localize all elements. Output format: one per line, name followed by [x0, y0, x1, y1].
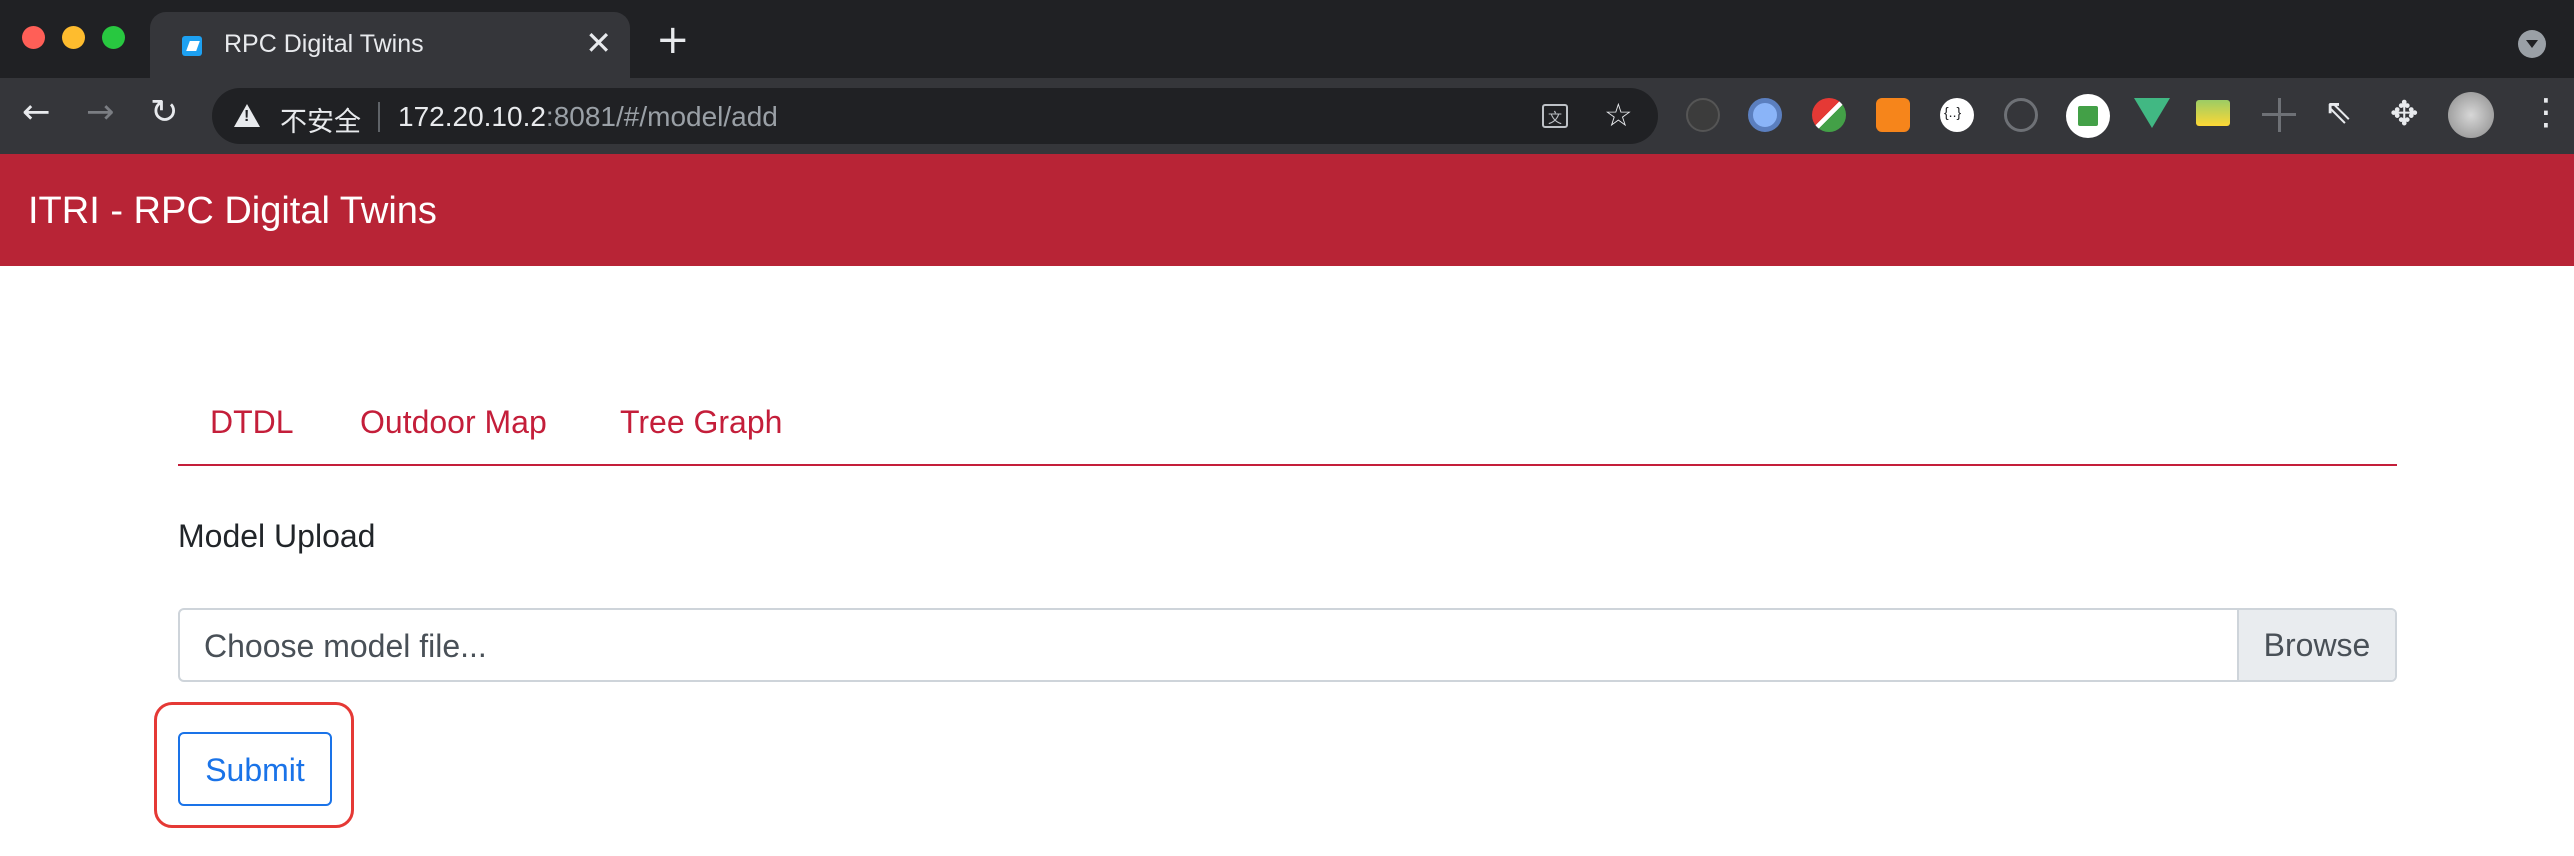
url-host: 172.20.10.2 — [398, 101, 546, 132]
metamask-icon[interactable] — [1876, 98, 1910, 132]
extension-icon[interactable] — [2004, 98, 2038, 132]
app-header: ITRI - RPC Digital Twins — [0, 154, 2574, 266]
json-extension-icon[interactable] — [1940, 98, 1974, 132]
nav-tabs: DTDL Outdoor Map Tree Graph — [178, 386, 2397, 466]
extension-icon[interactable] — [2262, 98, 2296, 132]
puzzle-icon[interactable]: ✥ — [2390, 94, 2424, 134]
extension-icon[interactable] — [1748, 98, 1782, 132]
more-vert-icon[interactable]: ⋮ — [2528, 90, 2564, 136]
file-input-placeholder: Choose model file... — [204, 628, 487, 664]
tab-tree-graph[interactable]: Tree Graph — [620, 404, 782, 441]
back-icon[interactable]: ← — [22, 92, 51, 132]
browser-toolbar: ← → ↻ 不安全 172.20.10.2:8081/#/model/add 文… — [0, 78, 2574, 154]
translate-icon[interactable]: 文 — [1542, 104, 1568, 128]
extension-icon[interactable] — [1686, 98, 1720, 132]
address-divider — [378, 102, 380, 132]
extension-icon[interactable] — [2066, 94, 2110, 138]
reload-icon[interactable]: ↻ — [150, 92, 179, 132]
image-extension-icon[interactable] — [2196, 100, 2230, 126]
maximize-window-button[interactable] — [102, 26, 125, 49]
close-window-button[interactable] — [22, 26, 45, 49]
tab-outdoor-map[interactable]: Outdoor Map — [360, 404, 547, 441]
cursor-icon[interactable]: ⇖ — [2324, 92, 2358, 132]
favicon-icon — [182, 36, 202, 56]
browse-button[interactable]: Browse — [2237, 610, 2395, 680]
tab-dtdl[interactable]: DTDL — [210, 404, 294, 441]
extension-icon[interactable] — [1812, 98, 1846, 132]
tab-search-icon[interactable] — [2518, 30, 2546, 58]
model-file-input[interactable]: Choose model file... Browse — [178, 608, 2397, 682]
security-label[interactable]: 不安全 — [280, 100, 361, 139]
star-icon[interactable]: ☆ — [1604, 96, 1633, 134]
browser-tab[interactable]: RPC Digital Twins ✕ — [150, 12, 630, 78]
submit-button[interactable]: Submit — [178, 732, 332, 806]
tab-title: RPC Digital Twins — [224, 30, 424, 58]
app-title[interactable]: ITRI - RPC Digital Twins — [28, 190, 437, 233]
minimize-window-button[interactable] — [62, 26, 85, 49]
vue-devtools-icon[interactable] — [2134, 98, 2170, 128]
new-tab-icon[interactable]: + — [656, 20, 690, 60]
url-path: :8081/#/model/add — [545, 101, 778, 132]
forward-icon[interactable]: → — [86, 92, 115, 132]
close-tab-icon[interactable]: ✕ — [585, 26, 612, 60]
warning-icon[interactable] — [234, 104, 260, 127]
url-text[interactable]: 172.20.10.2:8081/#/model/add — [398, 101, 778, 133]
browser-tab-bar: RPC Digital Twins ✕ + — [0, 0, 2574, 78]
model-upload-label: Model Upload — [178, 518, 376, 554]
profile-avatar[interactable] — [2448, 92, 2494, 138]
address-bar[interactable]: 不安全 172.20.10.2:8081/#/model/add 文 ☆ — [212, 88, 1658, 144]
